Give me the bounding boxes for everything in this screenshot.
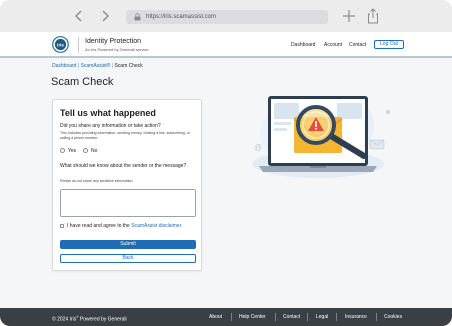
back-icon[interactable]: [72, 9, 86, 23]
radio-no-label[interactable]: No: [91, 148, 97, 154]
disclaimer-text: I have read and agree to the ScamAssist …: [67, 223, 182, 229]
radio-no[interactable]: [83, 148, 88, 153]
breadcrumb: Dashboard | ScamAssist® | Scam Check: [52, 63, 143, 69]
question-action-help: This includes providing information, sen…: [60, 131, 190, 140]
svg-text:iris: iris: [57, 42, 64, 47]
breadcrumb-dashboard[interactable]: Dashboard: [52, 63, 76, 69]
breadcrumb-current: Scam Check: [114, 63, 143, 69]
footer-link-cookies[interactable]: Cookies: [384, 314, 402, 320]
copyright-suffix: Powered by Generali: [78, 316, 127, 323]
iris-logo[interactable]: iris: [52, 36, 69, 53]
nav-contact[interactable]: Contact: [349, 42, 366, 48]
disclaimer-checkbox[interactable]: [60, 224, 64, 228]
question-sender-help: Please do not share any sensitive inform…: [60, 179, 134, 183]
brand-title: Identity Protection: [85, 38, 142, 45]
browser-window: https://iris.scamassist.com iris Identit…: [0, 0, 452, 326]
footer-divider: [336, 313, 337, 321]
message-textarea[interactable]: [60, 189, 196, 217]
share-icon[interactable]: [366, 8, 380, 24]
disclaimer-link[interactable]: ScamAssist disclaimer.: [131, 223, 182, 229]
form-title: Tell us what happened: [60, 108, 156, 118]
submit-button[interactable]: Submit: [60, 240, 196, 249]
scam-check-form: Tell us what happened Did you share any …: [52, 99, 202, 271]
scam-check-illustration: @: [252, 96, 390, 178]
footer-divider: [376, 313, 377, 321]
svg-text:@: @: [254, 143, 262, 152]
footer-link-about[interactable]: About: [209, 314, 222, 320]
nav-dashboard[interactable]: Dashboard: [291, 42, 315, 48]
breadcrumb-scamassist[interactable]: ScamAssist®: [81, 63, 111, 69]
copyright-prefix: © 2024 Iris: [52, 316, 77, 323]
question-sender-info: What should we know about the sender or …: [60, 163, 187, 169]
footer-link-contact[interactable]: Contact: [283, 314, 300, 320]
address-bar[interactable]: https://iris.scamassist.com: [126, 10, 328, 24]
site-footer: © 2024 Iris® Powered by Generali About H…: [0, 308, 452, 326]
radio-yes-label[interactable]: Yes: [68, 148, 76, 154]
radio-yes[interactable]: [60, 148, 65, 153]
breadcrumb-separator: |: [77, 63, 80, 69]
forward-icon[interactable]: [98, 9, 112, 23]
breadcrumb-separator: |: [111, 63, 114, 69]
page-title: Scam Check: [51, 76, 114, 88]
question-action-taken: Did you share any information or take ac…: [60, 123, 161, 129]
site-header: iris Identity Protection An Iris Powered…: [0, 32, 452, 58]
footer-divider: [307, 313, 308, 321]
brand-subtitle: An Iris Powered by Generali service: [85, 47, 149, 52]
footer-divider: [275, 313, 276, 321]
browser-toolbar: https://iris.scamassist.com: [0, 0, 452, 32]
footer-divider: [231, 313, 232, 321]
page: iris Identity Protection An Iris Powered…: [0, 32, 452, 326]
copyright: © 2024 Iris® Powered by Generali: [52, 314, 127, 323]
lock-icon: [134, 13, 141, 21]
url-text: https://iris.scamassist.com: [146, 14, 217, 20]
logout-button[interactable]: Log Out: [374, 40, 404, 49]
new-tab-icon[interactable]: [342, 9, 356, 23]
nav-account[interactable]: Account: [324, 42, 342, 48]
brand-divider: [78, 37, 79, 53]
disclaimer-label: I have read and agree to the: [67, 223, 130, 229]
footer-link-help-center[interactable]: Help Center: [239, 314, 266, 320]
footer-link-legal[interactable]: Legal: [316, 314, 328, 320]
footer-link-insurance[interactable]: Insurance: [345, 314, 367, 320]
back-button[interactable]: Back: [60, 254, 196, 263]
